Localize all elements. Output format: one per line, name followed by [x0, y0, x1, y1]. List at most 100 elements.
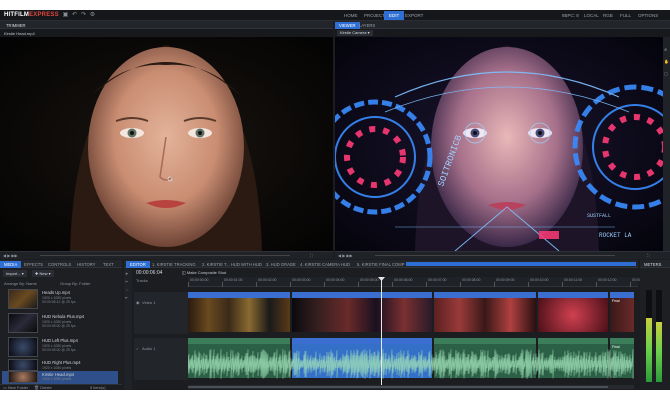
color-mode-select[interactable]: RGB	[603, 11, 613, 20]
editor-tab-strip	[406, 262, 636, 266]
make-composite-button[interactable]: ◫ Make Composite Shot	[182, 270, 226, 275]
ruler-tick	[324, 282, 325, 287]
tab-trimmer[interactable]: TRIMMER	[2, 22, 30, 29]
new-button[interactable]: ✚ New ▾	[32, 270, 54, 277]
play-icon[interactable]: ◀ ▶ ▶▶	[3, 253, 18, 258]
ruler-tick-label: 00:00:12:00	[598, 278, 617, 282]
eye-icon[interactable]: ◉	[136, 300, 140, 305]
delete-button[interactable]: 🗑 Delete	[34, 385, 52, 390]
media-thumbnail	[8, 337, 38, 357]
save-icon[interactable]: ▣	[62, 12, 69, 19]
media-item[interactable]: HUD Nebula Plus.mp4 1920 x 1080 pixels 0…	[2, 312, 118, 335]
media-item-selected[interactable]: Kirstie Head.mp4 1920 x 1080 pixels	[2, 371, 118, 384]
crop-icon[interactable]: ▢	[664, 71, 668, 76]
tab-kirstie-hud[interactable]: 2. KIRSTIE T... HUD WITH HUD	[198, 261, 266, 268]
ruler-tick	[630, 282, 631, 287]
tab-export[interactable]: EXPORT	[400, 11, 428, 20]
tab-meters[interactable]: METERS	[640, 261, 665, 268]
media-count: 5 item(s)	[90, 385, 106, 390]
tab-kirstie-final-comp[interactable]: 5. KIRSTIE FINAL COMP	[353, 261, 409, 268]
viewer-header: VIEWER LAYERS	[335, 21, 670, 29]
ruler-tick-label: 00:00:10:00	[530, 278, 549, 282]
video-clip[interactable]: Heads Up Final	[188, 292, 290, 332]
tab-layers[interactable]: LAYERS	[355, 22, 379, 29]
app-logo: HITFILMEXPRESS	[4, 12, 59, 18]
ruler-tick-label: 00:00:09:00	[496, 278, 515, 282]
tab-controls[interactable]: CONTROLS	[44, 261, 75, 268]
viewer-fullscreen-icon[interactable]: ⛶	[647, 253, 650, 258]
app-window: HITFILMEXPRESS ▣ ↶ ↷ ⚙ HOME PROJECT EDIT…	[0, 10, 670, 390]
ripple-tool-icon[interactable]: ⇤	[125, 295, 128, 300]
new-folder-button[interactable]: ▭ New Folder	[3, 385, 28, 390]
zoom-icon[interactable]: ⊕	[664, 47, 667, 52]
video-clip[interactable]: Heads Up Final	[610, 292, 634, 332]
audio-track-header: Audio 1 ♪	[134, 338, 188, 380]
fullscreen-icon[interactable]: ⛶	[310, 253, 313, 258]
trimmer-scrubber[interactable]	[40, 255, 290, 256]
media-item[interactable]: HUD Left Plus.mp4 1920 x 1080 pixels 00:…	[2, 336, 118, 359]
media-item-size: 1920 x 1080 pixels	[42, 377, 72, 381]
undo-icon[interactable]: ↶	[71, 12, 78, 19]
ruler-tick	[222, 282, 223, 287]
slip-tool-icon[interactable]: ⇔	[125, 287, 129, 292]
viewer-scrubber[interactable]	[375, 255, 615, 256]
media-thumbnail	[8, 371, 38, 383]
ruler-tick	[426, 282, 427, 287]
viewer-video: SOITRONICB ROCKET LA SUSTFALL	[335, 37, 663, 251]
slice-tool-icon[interactable]: ✂	[125, 279, 128, 284]
ruler-tick-label: 00:00:05:00	[360, 278, 379, 282]
meters-header: METERS	[640, 260, 670, 268]
timeline-scroll-thumb[interactable]	[188, 386, 608, 388]
ruler-tick-label: 00:00:02:00	[258, 278, 277, 282]
tab-media[interactable]: MEDIA	[0, 261, 22, 268]
gear-icon[interactable]: ⚙	[89, 12, 96, 19]
ruler-tick-label: 00:00:07:00	[428, 278, 447, 282]
speaker-icon[interactable]: ♪	[136, 346, 138, 351]
trimmer-clip-name: Kirstie Head.mp4	[4, 31, 35, 36]
arrange-by-select[interactable]: Arrange By: Name	[4, 281, 37, 286]
tab-editor[interactable]: EDITOR	[126, 261, 150, 268]
ruler-tick	[290, 282, 291, 287]
tab-kirstie-camera-hud[interactable]: 4. KIRSTIE CAMERA HUD	[296, 261, 354, 268]
media-item-duration: 00:00:05:00 @ 25 fps	[42, 348, 76, 352]
meter-right-level	[656, 322, 662, 382]
video-clip[interactable]: Heads Up Final	[538, 292, 608, 332]
tab-text[interactable]: TEXT	[99, 261, 118, 268]
options-select[interactable]: OPTIONS	[638, 11, 658, 20]
video-clip[interactable]: Heads Up Final	[434, 292, 536, 332]
tab-hud-grade[interactable]: 3. HUD GRADE	[262, 261, 300, 268]
viewer-play-icon[interactable]: ◀ ▶ ▶▶	[338, 253, 353, 258]
ruler-tick	[256, 282, 257, 287]
tab-kirstie-tracking[interactable]: 1. KIRSTIE TRACKING	[148, 261, 200, 268]
tracks-label: Tracks	[136, 278, 148, 283]
video-clip[interactable]: Heads Up Final	[292, 292, 432, 332]
group-by-select[interactable]: Group By: Folder	[60, 281, 90, 286]
playhead[interactable]	[381, 277, 382, 385]
ruler-tick-label: 00:00:03:00	[292, 278, 311, 282]
media-item[interactable]: Heads Up.mp4 1920 x 1080 pixels 00:00:06…	[2, 288, 118, 311]
tab-history[interactable]: HISTORY	[73, 261, 99, 268]
viewer-side-toolbar: ⊕ ✋ ▢	[663, 37, 670, 251]
local-select[interactable]: LOCAL	[584, 11, 599, 20]
viewer-panel: VIEWER LAYERS Kirstie Camera ▾ SOITRONIC…	[335, 21, 670, 259]
ruler-tick	[528, 282, 529, 287]
ruler-tick-label: 00:00:06:00	[394, 278, 413, 282]
audio-track: Heads Up Final Heads Up Final Heads Up F…	[188, 338, 634, 384]
timeline-ruler[interactable]: 00:00:00:00 00:00:01:00 00:00:02:00 00:00:0…	[188, 277, 651, 287]
timeline-scrollbar[interactable]	[188, 385, 634, 389]
video-track-header: Video 1 ◉	[134, 292, 188, 334]
redo-icon[interactable]: ↷	[80, 12, 87, 19]
media-item-duration: 00:00:06:12 @ 25 fps	[42, 300, 76, 304]
meter-left-level	[646, 318, 652, 382]
selection-tool-icon[interactable]: ➤	[125, 271, 128, 276]
bit-depth-select[interactable]: 8BPC: 8	[562, 11, 579, 20]
viewer-controls: ◀ ▶ ▶▶ ⛶	[335, 251, 670, 259]
hand-icon[interactable]: ✋	[664, 59, 669, 64]
camera-dropdown[interactable]: Kirstie Camera ▾	[337, 30, 373, 36]
full-select[interactable]: FULL	[620, 11, 631, 20]
trimmer-controls: ◀ ▶ ▶▶ ⛶	[0, 251, 333, 259]
face-portrait-image	[0, 37, 333, 251]
media-item-name: Heads Up.mp4	[42, 290, 70, 295]
meters-panel: METERS	[640, 260, 670, 390]
import-button[interactable]: Import... ▾	[3, 270, 27, 277]
